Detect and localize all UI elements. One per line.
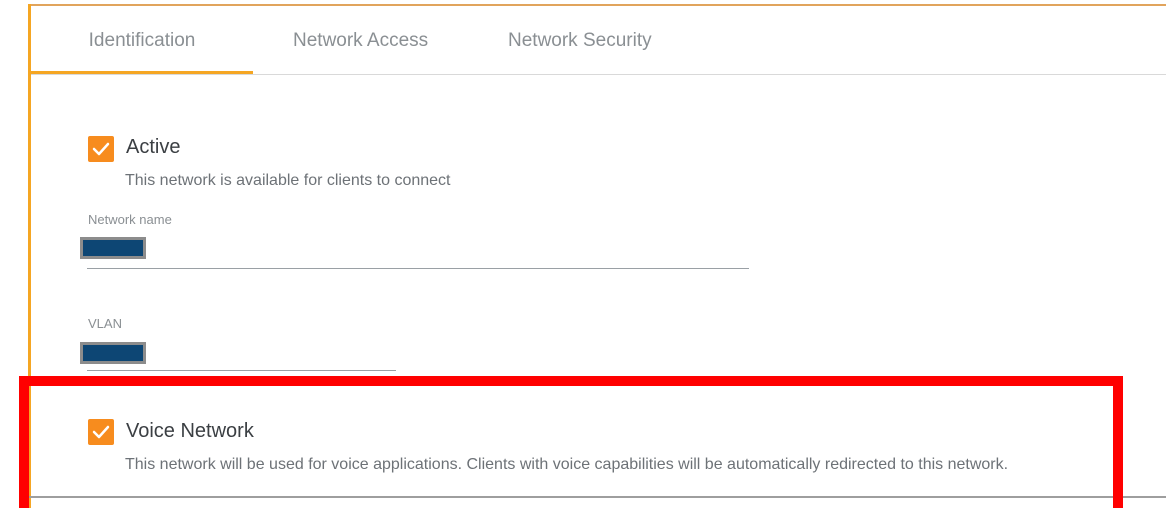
check-icon — [92, 142, 110, 156]
network-settings-panel: Identification Network Access Network Se… — [0, 0, 1166, 508]
tab-bar: Identification Network Access Network Se… — [31, 6, 1166, 75]
active-checkbox[interactable] — [88, 136, 114, 162]
tab-network-access[interactable]: Network Access — [293, 6, 428, 74]
highlight-annotation-box — [19, 376, 1123, 508]
network-name-underline — [87, 268, 749, 269]
active-description: This network is available for clients to… — [125, 172, 451, 189]
network-name-label: Network name — [88, 212, 172, 227]
tab-identification[interactable]: Identification — [31, 6, 253, 74]
vlan-label: VLAN — [88, 316, 122, 331]
vlan-redacted-value[interactable] — [80, 342, 146, 364]
network-name-redacted-value[interactable] — [80, 237, 146, 259]
vlan-underline — [87, 370, 396, 371]
tab-network-security[interactable]: Network Security — [508, 6, 652, 74]
active-label: Active — [126, 136, 181, 158]
active-tab-indicator — [31, 71, 253, 74]
